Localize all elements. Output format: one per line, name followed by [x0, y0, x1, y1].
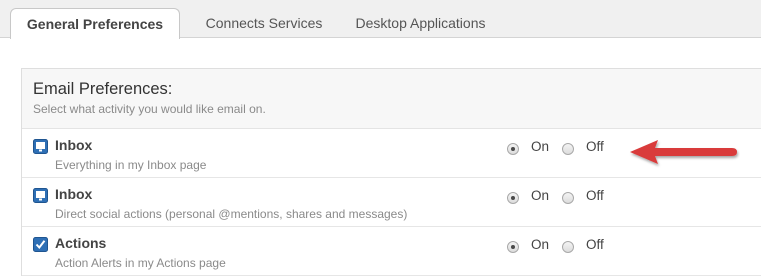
radio-off[interactable]	[562, 143, 574, 155]
panel-title: Email Preferences:	[33, 80, 173, 98]
radio-on[interactable]	[507, 143, 519, 155]
radio-off[interactable]	[562, 192, 574, 204]
row-description: Everything in my Inbox page	[55, 158, 207, 172]
email-pref-row: Inbox Direct social actions (personal @m…	[22, 178, 761, 227]
radio-on-label[interactable]: On	[531, 237, 549, 252]
panel-header: Email Preferences: Select what activity …	[22, 69, 761, 129]
email-pref-row: Actions Action Alerts in my Actions page…	[22, 227, 761, 276]
radio-off-label[interactable]: Off	[586, 188, 604, 203]
row-name: Inbox	[55, 186, 93, 202]
tab-bar: General Preferences Connects Services De…	[0, 0, 761, 39]
email-preferences-panel: Email Preferences: Select what activity …	[21, 68, 761, 276]
radio-off-label[interactable]: Off	[586, 237, 604, 252]
panel-subtitle: Select what activity you would like emai…	[33, 102, 266, 116]
row-description: Direct social actions (personal @mention…	[55, 207, 408, 221]
tab-desktop-applications[interactable]: Desktop Applications	[343, 8, 498, 38]
row-name: Actions	[55, 235, 107, 251]
row-name: Inbox	[55, 137, 93, 153]
radio-on-label[interactable]: On	[531, 139, 549, 154]
tab-general-preferences[interactable]: General Preferences	[10, 8, 180, 39]
row-description: Action Alerts in my Actions page	[55, 256, 226, 270]
red-arrow-icon	[630, 140, 737, 164]
monitor-icon	[33, 188, 48, 203]
monitor-icon	[33, 139, 48, 154]
tab-connects-services[interactable]: Connects Services	[195, 8, 333, 38]
radio-off-label[interactable]: Off	[586, 139, 604, 154]
checkbox-icon	[33, 237, 48, 252]
radio-on[interactable]	[507, 192, 519, 204]
radio-off[interactable]	[562, 241, 574, 253]
radio-on[interactable]	[507, 241, 519, 253]
radio-on-label[interactable]: On	[531, 188, 549, 203]
